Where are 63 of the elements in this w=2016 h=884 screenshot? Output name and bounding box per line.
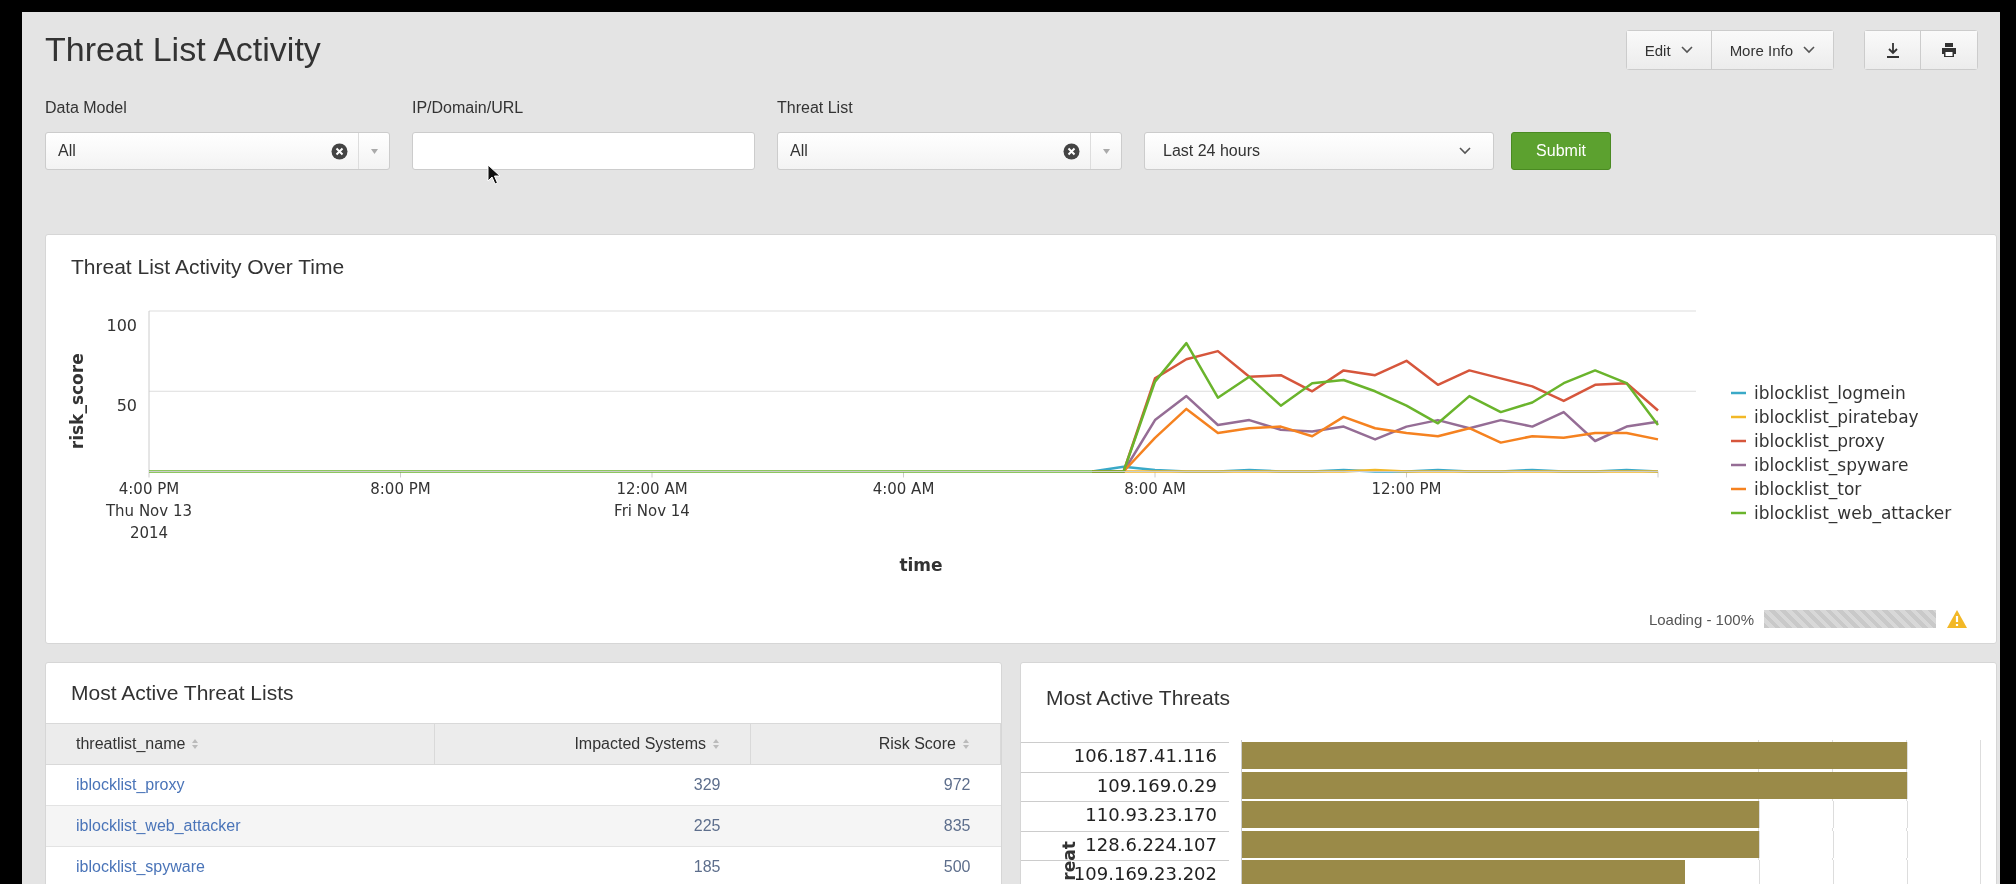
field-label: Threat List bbox=[777, 98, 854, 118]
menu-button[interactable]: Edit bbox=[1626, 31, 1712, 69]
input-field[interactable] bbox=[412, 132, 755, 170]
chevron-down-icon bbox=[1680, 46, 1693, 54]
axis-title: time bbox=[899, 555, 943, 575]
sort-icon bbox=[191, 738, 200, 750]
table-link[interactable]: iblocklist_proxy bbox=[76, 776, 185, 793]
panel-title: Most Active Threats bbox=[1045, 685, 1232, 711]
axis-tick-label: 50 bbox=[116, 396, 137, 416]
caret-icon bbox=[370, 148, 378, 154]
axis-tick-label: 8:00 PM bbox=[370, 479, 431, 498]
legend-label: iblocklist_piratebay bbox=[1754, 407, 1919, 428]
axis-title: risk_score bbox=[67, 353, 87, 450]
bar-label: 110.93.23.170 bbox=[1021, 801, 1229, 829]
multiselect-field[interactable]: All bbox=[45, 132, 390, 170]
multiselect-field[interactable]: All bbox=[777, 132, 1122, 170]
legend-item: iblocklist_proxy bbox=[1731, 431, 1885, 451]
column-header[interactable]: Risk Score bbox=[750, 723, 1001, 765]
bar-label: 106.187.41.116 bbox=[1021, 742, 1229, 769]
print-icon bbox=[1941, 42, 1957, 58]
caret-icon bbox=[1102, 148, 1110, 154]
legend-label: iblocklist_spyware bbox=[1754, 455, 1909, 476]
clear-icon bbox=[1063, 142, 1080, 160]
menu-button[interactable]: More Info bbox=[1711, 31, 1833, 69]
axis-tick-label: 100 bbox=[106, 316, 137, 335]
table-cell: 225 bbox=[434, 805, 751, 847]
cursor-icon bbox=[487, 164, 501, 186]
table-link[interactable]: iblocklist_spyware bbox=[76, 858, 205, 875]
legend-item: iblocklist_logmein bbox=[1731, 383, 1906, 403]
legend-item: iblocklist_web_attacker bbox=[1731, 503, 1952, 523]
time-range-dropdown[interactable]: Last 24 hours bbox=[1144, 132, 1494, 170]
table-cell: 835 bbox=[750, 805, 1001, 847]
download-button[interactable] bbox=[1865, 31, 1921, 69]
page-title: Threat List Activity bbox=[45, 30, 321, 68]
table-cell: 185 bbox=[434, 846, 751, 884]
table-link[interactable]: iblocklist_web_attacker bbox=[76, 817, 241, 834]
axis-tick-label: 4:00 PM Thu Nov 13 2014 bbox=[105, 479, 193, 542]
legend-label: iblocklist_tor bbox=[1754, 479, 1862, 500]
axis-tick-label: 4:00 AM bbox=[872, 479, 935, 498]
axis-tick-label: 8:00 AM bbox=[1124, 479, 1186, 498]
print-button[interactable] bbox=[1921, 31, 1977, 69]
clear-icon bbox=[331, 142, 348, 160]
chevron-down-icon bbox=[1803, 46, 1815, 54]
field-label: Data Model bbox=[45, 98, 128, 118]
sort-icon bbox=[962, 738, 970, 750]
bar-label: 109.169.0.29 bbox=[1021, 771, 1229, 799]
axis-tick-label: 12:00 PM bbox=[1371, 479, 1442, 498]
loading-status: Loading - 100% bbox=[1648, 610, 1754, 628]
legend-item: iblocklist_tor bbox=[1731, 479, 1862, 499]
panel-title: Threat List Activity Over Time bbox=[70, 254, 346, 280]
legend-item: iblocklist_spyware bbox=[1731, 455, 1909, 475]
axis-tick-label: 12:00 AM Fri Nov 14 bbox=[614, 479, 690, 520]
column-header[interactable]: Impacted Systems bbox=[434, 723, 751, 765]
legend-label: iblocklist_logmein bbox=[1754, 383, 1906, 404]
table-cell: 500 bbox=[750, 846, 1001, 884]
chevron-down-icon bbox=[1459, 147, 1471, 155]
download-icon bbox=[1885, 42, 1900, 58]
panel-title: Most Active Threat Lists bbox=[70, 680, 295, 706]
legend-label: iblocklist_proxy bbox=[1754, 431, 1885, 452]
column-header[interactable]: threatlist_name bbox=[46, 723, 435, 765]
field-label: IP/Domain/URL bbox=[412, 98, 525, 118]
legend-item: iblocklist_piratebay bbox=[1731, 407, 1919, 427]
sort-icon bbox=[712, 738, 720, 750]
